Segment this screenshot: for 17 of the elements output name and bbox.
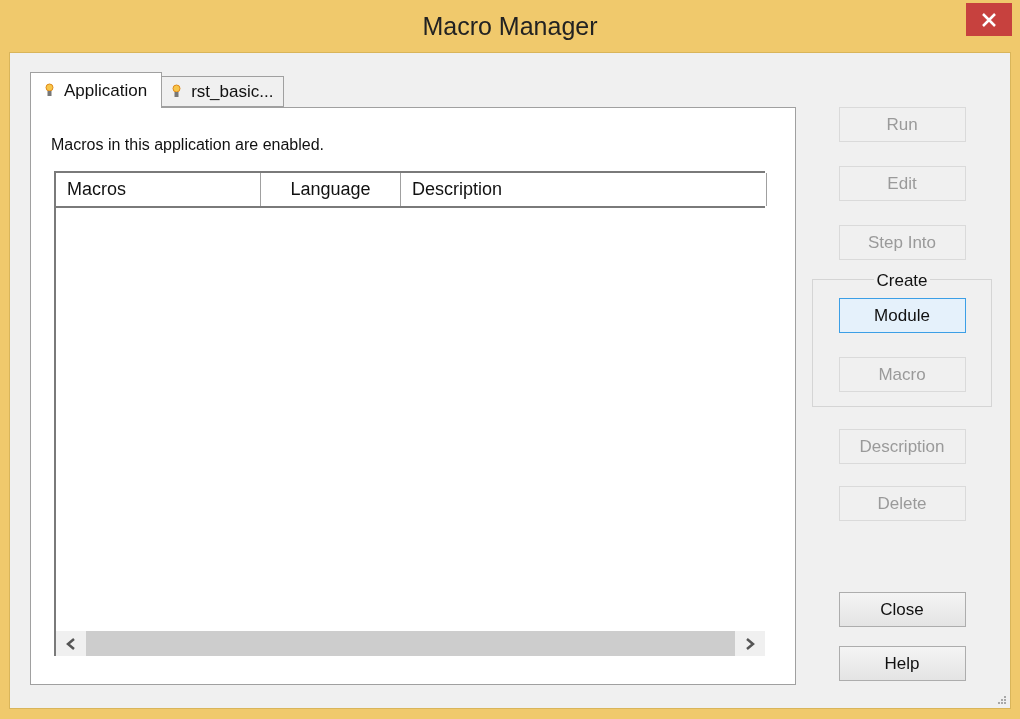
dialog-button[interactable]: Help <box>838 646 966 681</box>
window-title: Macro Manager <box>422 11 598 43</box>
close-icon <box>982 12 996 27</box>
column-header[interactable]: Description <box>401 173 767 206</box>
dialog-button[interactable]: Close <box>838 592 966 627</box>
tab[interactable]: rst_basic... <box>161 76 285 107</box>
close-button[interactable] <box>966 3 1012 36</box>
lightbulb-icon <box>172 84 182 99</box>
scroll-left-icon[interactable] <box>66 637 76 650</box>
resize-grip-icon[interactable] <box>997 695 1007 705</box>
lightbulb-icon <box>45 83 54 98</box>
tab[interactable]: Application <box>30 72 163 108</box>
scroll-right-icon[interactable] <box>745 637 755 650</box>
column-header[interactable]: Language <box>261 173 401 206</box>
dialog-button[interactable]: Module <box>838 298 966 333</box>
status-message: Macros in this application are enabled. <box>51 135 326 155</box>
column-header[interactable]: Macros <box>56 173 261 206</box>
